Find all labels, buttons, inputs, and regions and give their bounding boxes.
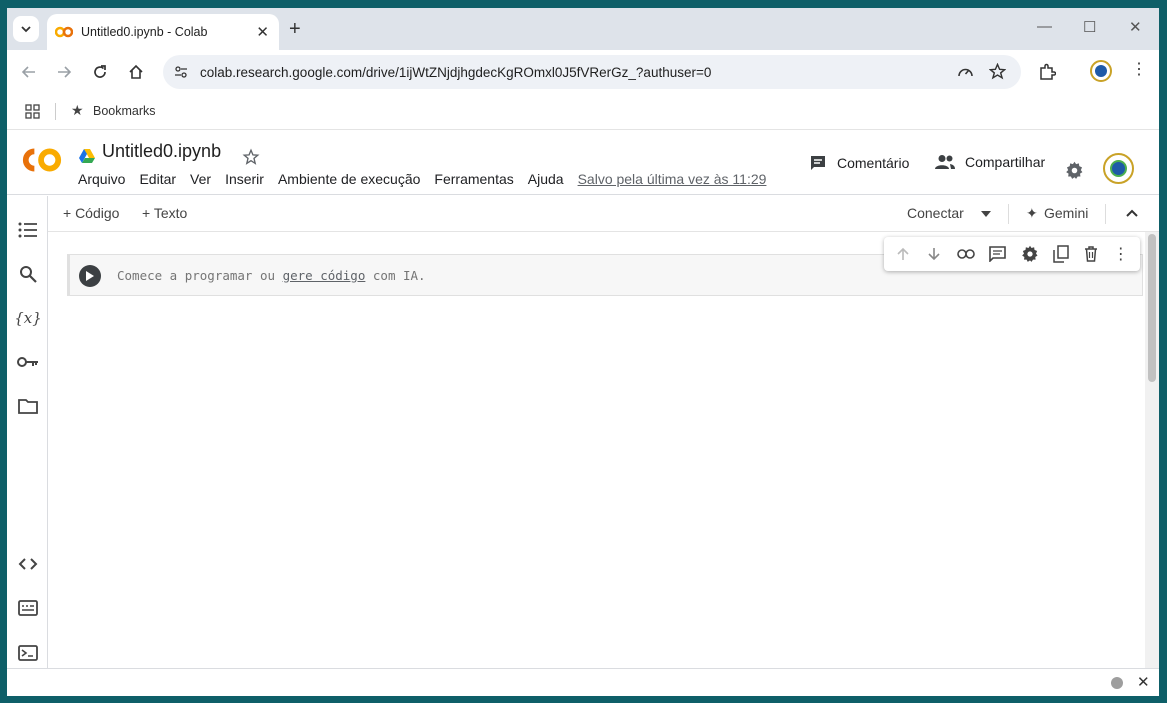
menu-view[interactable]: Ver — [190, 171, 211, 187]
close-status-icon[interactable]: ✕ — [1137, 673, 1150, 691]
comment-icon — [811, 156, 825, 170]
placeholder-text-start: Comece a programar ou — [117, 268, 276, 283]
google-drive-icon — [79, 149, 95, 163]
command-palette-icon[interactable] — [16, 596, 40, 620]
star-icon[interactable] — [242, 148, 260, 166]
bookmarks-bar: ★ Bookmarks — [7, 94, 1159, 130]
menu-file[interactable]: Arquivo — [78, 171, 125, 187]
extensions-icon[interactable] — [1038, 63, 1056, 81]
colab-logo[interactable] — [21, 144, 63, 176]
tab-search-button[interactable] — [13, 16, 39, 42]
forward-button[interactable] — [53, 61, 75, 83]
toolbar-divider — [1008, 204, 1009, 224]
connect-button[interactable]: Conectar — [907, 205, 964, 221]
close-window-button[interactable]: ✕ — [1129, 18, 1142, 36]
connect-dropdown-icon[interactable] — [981, 211, 991, 217]
browser-menu-icon[interactable]: ⋮ — [1131, 62, 1147, 78]
toolbar-divider — [1105, 204, 1106, 224]
comment-icon[interactable] — [989, 246, 1006, 262]
notebook-title[interactable]: Untitled0.ipynb — [102, 141, 221, 162]
add-code-cell-button[interactable]: + Código — [63, 205, 119, 221]
account-avatar[interactable] — [1103, 153, 1134, 184]
site-info-icon — [175, 66, 187, 78]
left-sidebar: {x} — [7, 196, 48, 676]
variables-icon[interactable]: {x} — [14, 306, 42, 330]
minimize-button[interactable]: — — [1037, 18, 1052, 35]
sparkle-icon: ✦ — [1026, 205, 1038, 221]
menu-tools[interactable]: Ferramentas — [434, 171, 513, 187]
bookmarks-star-icon: ★ — [71, 102, 84, 118]
menu-edit[interactable]: Editar — [139, 171, 176, 187]
menu-help[interactable]: Ajuda — [528, 171, 564, 187]
menu-bar: Arquivo Editar Ver Inserir Ambiente de e… — [78, 171, 780, 187]
collapse-header-icon[interactable] — [1126, 209, 1138, 217]
home-icon — [129, 64, 143, 79]
address-bar[interactable]: colab.research.google.com/drive/1ijWtZNj… — [163, 55, 1021, 89]
delete-icon[interactable] — [1084, 246, 1098, 262]
placeholder-text-end: com IA. — [372, 268, 426, 283]
maximize-button[interactable]: ☐ — [1083, 18, 1096, 36]
saved-status-link[interactable]: Salvo pela última vez às 11:29 — [578, 171, 767, 187]
terminal-icon[interactable] — [16, 641, 40, 665]
play-icon — [86, 271, 94, 281]
bookmarks-label[interactable]: Bookmarks — [93, 104, 156, 118]
bookmarks-divider — [55, 103, 56, 120]
code-snippets-icon[interactable] — [16, 552, 40, 576]
scrollbar-thumb[interactable] — [1148, 234, 1156, 382]
back-button[interactable] — [18, 61, 40, 83]
tab-strip: Untitled0.ipynb - Colab ✕ + — ☐ ✕ — [7, 8, 1159, 50]
link-icon[interactable] — [956, 248, 975, 260]
close-tab-icon[interactable]: ✕ — [256, 23, 269, 41]
status-bar: ✕ — [7, 668, 1159, 696]
url-text: colab.research.google.com/drive/1ijWtZNj… — [200, 64, 712, 80]
performance-icon[interactable] — [957, 64, 974, 80]
share-label: Compartilhar — [965, 154, 1046, 170]
cell-toolbar: ⋮ — [884, 237, 1140, 271]
search-icon[interactable] — [16, 262, 40, 286]
arrow-left-icon — [21, 66, 35, 78]
browser-window: Untitled0.ipynb - Colab ✕ + — ☐ ✕ colab.… — [7, 8, 1159, 696]
add-text-cell-button[interactable]: + Texto — [142, 205, 187, 221]
new-tab-button[interactable]: + — [289, 18, 301, 41]
comment-button[interactable]: Comentário — [809, 154, 909, 172]
apps-grid-icon[interactable] — [25, 104, 40, 119]
cell-settings-icon[interactable] — [1021, 245, 1039, 263]
key-icon[interactable] — [16, 350, 40, 374]
reload-icon — [94, 65, 106, 78]
menu-insert[interactable]: Inserir — [225, 171, 264, 187]
colab-favicon-icon — [55, 26, 73, 38]
navigation-bar: colab.research.google.com/drive/1ijWtZNj… — [7, 50, 1159, 94]
notebook-toolbar: + Código + Texto Conectar ✦ Gemini — [48, 196, 1159, 232]
folder-icon[interactable] — [16, 394, 40, 418]
colab-header: Untitled0.ipynb Arquivo Editar Ver Inser… — [7, 130, 1159, 195]
move-down-icon[interactable] — [926, 246, 942, 262]
tab-title: Untitled0.ipynb - Colab — [81, 25, 208, 39]
share-button[interactable]: Compartilhar — [935, 154, 1045, 170]
bookmark-star-icon[interactable] — [989, 63, 1006, 80]
chevron-down-icon — [21, 26, 31, 33]
browser-tab[interactable]: Untitled0.ipynb - Colab ✕ — [47, 14, 279, 50]
vertical-scrollbar[interactable] — [1145, 232, 1159, 676]
table-of-contents-icon[interactable] — [16, 218, 40, 242]
more-options-icon[interactable]: ⋮ — [1113, 244, 1129, 264]
run-cell-button[interactable] — [79, 265, 101, 287]
people-icon — [935, 155, 955, 169]
settings-gear-icon[interactable] — [1065, 161, 1084, 180]
profile-avatar[interactable] — [1090, 60, 1112, 82]
status-indicator-icon — [1111, 677, 1123, 689]
generate-code-link[interactable]: gere código — [283, 268, 366, 283]
code-placeholder[interactable]: Comece a programar ou gere código com IA… — [117, 268, 426, 283]
notebook-area: Comece a programar ou gere código com IA… — [48, 232, 1145, 676]
move-up-icon[interactable] — [895, 246, 911, 262]
home-button[interactable] — [125, 61, 147, 83]
menu-runtime[interactable]: Ambiente de execução — [278, 171, 420, 187]
comment-label: Comentário — [837, 155, 910, 171]
gemini-button[interactable]: Gemini — [1044, 205, 1088, 221]
arrow-right-icon — [58, 66, 72, 78]
mirror-cell-icon[interactable] — [1053, 245, 1070, 263]
reload-button[interactable] — [89, 61, 111, 83]
